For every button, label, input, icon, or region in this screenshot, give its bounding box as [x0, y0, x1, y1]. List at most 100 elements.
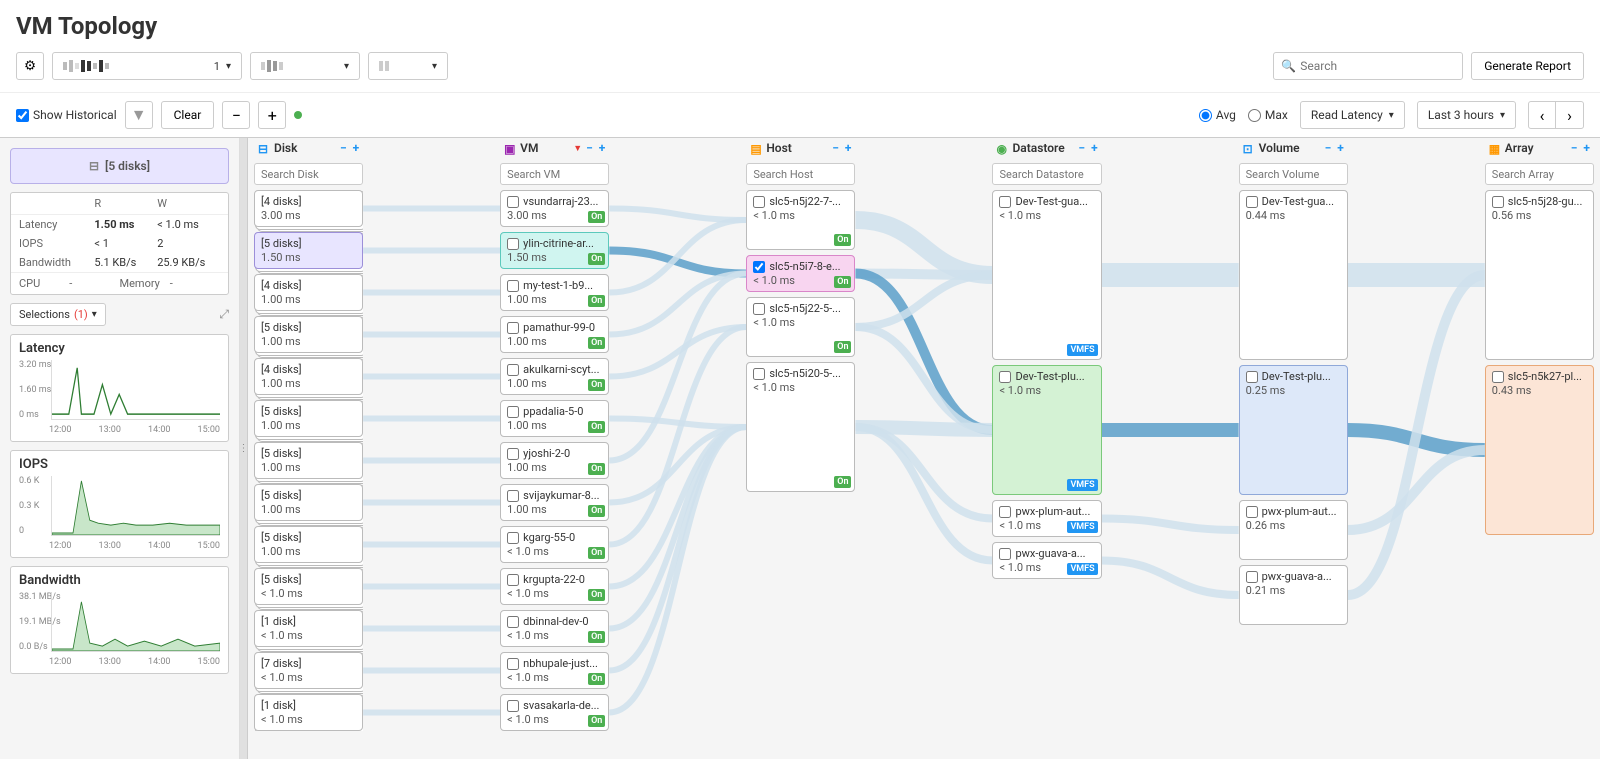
selections-dropdown[interactable]: Selections (1) ▾ — [10, 303, 106, 326]
expand-icon[interactable]: ⤢ — [219, 307, 229, 322]
node-checkbox[interactable] — [753, 196, 765, 208]
node-checkbox[interactable] — [999, 506, 1011, 518]
show-historical-checkbox[interactable]: Show Historical — [16, 108, 117, 122]
filter-pill-3[interactable]: ▾ — [368, 52, 448, 80]
node-checkbox[interactable] — [999, 548, 1011, 560]
host-node[interactable]: slc5-n5j22-5-...< 1.0 msOn — [746, 297, 855, 357]
disk-node[interactable]: [5 disks]1.00 ms — [254, 400, 363, 437]
collapse-col[interactable]: − — [1325, 141, 1332, 155]
filter-button[interactable]: ▼ — [125, 101, 153, 129]
node-checkbox[interactable] — [1492, 371, 1504, 383]
datastore-search-input[interactable] — [992, 163, 1101, 185]
node-checkbox[interactable] — [507, 616, 519, 628]
collapse-col[interactable]: − — [586, 141, 593, 155]
array-node[interactable]: slc5-n5j28-gu...0.56 ms — [1485, 190, 1594, 360]
avg-radio[interactable]: Avg — [1199, 108, 1236, 122]
disk-node[interactable]: [5 disks]1.00 ms — [254, 484, 363, 521]
expand-col[interactable]: + — [599, 141, 606, 155]
expand-col[interactable]: + — [353, 141, 360, 155]
collapse-col[interactable]: − — [1571, 141, 1578, 155]
disk-node[interactable]: [1 disk]< 1.0 ms — [254, 694, 363, 731]
node-checkbox[interactable] — [507, 490, 519, 502]
node-checkbox[interactable] — [507, 448, 519, 460]
disk-node[interactable]: [4 disks]1.00 ms — [254, 358, 363, 395]
collapse-col[interactable]: − — [832, 141, 839, 155]
node-checkbox[interactable] — [1246, 196, 1258, 208]
expand-col[interactable]: + — [1337, 141, 1344, 155]
node-checkbox[interactable] — [507, 658, 519, 670]
node-checkbox[interactable] — [507, 280, 519, 292]
max-radio[interactable]: Max — [1248, 108, 1288, 122]
vm-node[interactable]: svasakarla-de...< 1.0 msOn — [500, 694, 609, 731]
timerange-dropdown[interactable]: Last 3 hours▾ — [1417, 101, 1516, 129]
volume-node[interactable]: Dev-Test-gua...0.44 ms — [1239, 190, 1348, 360]
disk-node[interactable]: [5 disks]1.00 ms — [254, 526, 363, 563]
vm-node[interactable]: pamathur-99-01.00 msOn — [500, 316, 609, 353]
node-checkbox[interactable] — [999, 371, 1011, 383]
expand-col[interactable]: + — [1091, 141, 1098, 155]
metric-dropdown[interactable]: Read Latency▾ — [1300, 101, 1405, 129]
vm-search-input[interactable] — [500, 163, 609, 185]
node-checkbox[interactable] — [507, 406, 519, 418]
prev-button[interactable]: ‹ — [1528, 101, 1556, 129]
global-search-input[interactable] — [1273, 52, 1463, 80]
node-checkbox[interactable] — [507, 700, 519, 712]
zoom-in-button[interactable]: + — [258, 101, 286, 129]
host-search-input[interactable] — [746, 163, 855, 185]
sidebar-resizer[interactable]: ⋮ — [240, 138, 248, 759]
next-button[interactable]: › — [1556, 101, 1584, 129]
vm-node[interactable]: my-test-1-b9...1.00 msOn — [500, 274, 609, 311]
filter-pill-2[interactable]: ▾ — [250, 52, 360, 80]
datastore-node[interactable]: Dev-Test-plu...< 1.0 msVMFS — [992, 365, 1101, 495]
volume-node[interactable]: Dev-Test-plu...0.25 ms — [1239, 365, 1348, 495]
datastore-node[interactable]: pwx-guava-a...< 1.0 msVMFS — [992, 542, 1101, 579]
vm-node[interactable]: krgupta-22-0< 1.0 msOn — [500, 568, 609, 605]
volume-node[interactable]: pwx-plum-aut...0.26 ms — [1239, 500, 1348, 560]
collapse-col[interactable]: − — [1078, 141, 1085, 155]
settings-button[interactable]: ⚙ — [16, 52, 44, 80]
disk-node[interactable]: [1 disk]< 1.0 ms — [254, 610, 363, 647]
vm-node[interactable]: svijaykumar-8...1.00 msOn — [500, 484, 609, 521]
node-checkbox[interactable] — [753, 261, 765, 273]
zoom-out-button[interactable]: − — [222, 101, 250, 129]
vm-node[interactable]: yjoshi-2-01.00 msOn — [500, 442, 609, 479]
disk-node[interactable]: [5 disks]< 1.0 ms — [254, 568, 363, 605]
collapse-col[interactable]: − — [340, 141, 347, 155]
host-node[interactable]: slc5-n5i7-8-e...< 1.0 msOn — [746, 255, 855, 292]
node-checkbox[interactable] — [753, 303, 765, 315]
array-node[interactable]: slc5-n5k27-pl...0.43 ms — [1485, 365, 1594, 535]
node-checkbox[interactable] — [753, 368, 765, 380]
vm-node[interactable]: nbhupale-just...< 1.0 msOn — [500, 652, 609, 689]
clear-button[interactable]: Clear — [161, 101, 215, 129]
expand-col[interactable]: + — [845, 141, 852, 155]
node-checkbox[interactable] — [1246, 571, 1258, 583]
datastore-node[interactable]: Dev-Test-gua...< 1.0 msVMFS — [992, 190, 1101, 360]
vm-node[interactable]: kgarg-55-0< 1.0 msOn — [500, 526, 609, 563]
node-checkbox[interactable] — [999, 196, 1011, 208]
disk-search-input[interactable] — [254, 163, 363, 185]
node-checkbox[interactable] — [507, 322, 519, 334]
node-checkbox[interactable] — [507, 532, 519, 544]
filter-pill-1[interactable]: 1▾ — [52, 52, 242, 80]
volume-node[interactable]: pwx-guava-a...0.21 ms — [1239, 565, 1348, 625]
volume-search-input[interactable] — [1239, 163, 1348, 185]
disk-node[interactable]: [4 disks]3.00 ms — [254, 190, 363, 227]
host-node[interactable]: slc5-n5j22-7-...< 1.0 msOn — [746, 190, 855, 250]
node-checkbox[interactable] — [1246, 371, 1258, 383]
node-checkbox[interactable] — [1492, 196, 1504, 208]
node-checkbox[interactable] — [507, 364, 519, 376]
disk-node[interactable]: [5 disks]1.50 ms — [254, 232, 363, 269]
disk-node[interactable]: [7 disks]< 1.0 ms — [254, 652, 363, 689]
vm-node[interactable]: dbinnal-dev-0< 1.0 msOn — [500, 610, 609, 647]
expand-col[interactable]: + — [1583, 141, 1590, 155]
summary-card[interactable]: ⊟ [5 disks] — [10, 148, 229, 184]
datastore-node[interactable]: pwx-plum-aut...< 1.0 msVMFS — [992, 500, 1101, 537]
generate-report-button[interactable]: Generate Report — [1471, 52, 1584, 80]
vm-node[interactable]: akulkarni-scyt...1.00 msOn — [500, 358, 609, 395]
node-checkbox[interactable] — [1246, 506, 1258, 518]
vm-node[interactable]: vsundarraj-23...3.00 msOn — [500, 190, 609, 227]
disk-node[interactable]: [4 disks]1.00 ms — [254, 274, 363, 311]
vm-node[interactable]: ylin-citrine-ar...1.50 msOn — [500, 232, 609, 269]
node-checkbox[interactable] — [507, 574, 519, 586]
node-checkbox[interactable] — [507, 238, 519, 250]
